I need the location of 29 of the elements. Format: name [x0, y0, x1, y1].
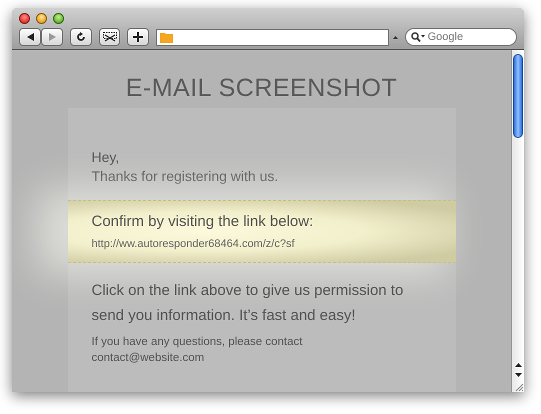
- scrollbar[interactable]: [511, 50, 524, 392]
- scroll-thumb[interactable]: [513, 54, 523, 138]
- reload-button[interactable]: [70, 28, 92, 46]
- scissors-icon: [102, 32, 117, 42]
- search-field[interactable]: Google: [404, 28, 517, 46]
- minimize-button[interactable]: [36, 12, 47, 24]
- confirm-link[interactable]: http://ww.autoresponder68464.com/z/c?sf: [92, 237, 432, 251]
- plus-icon: [133, 32, 144, 42]
- footer-text: If you have any questions, please contact: [92, 335, 304, 350]
- back-icon: [26, 33, 34, 41]
- zoom-button[interactable]: [53, 12, 64, 24]
- email-title: E-MAIL SCREENSHOT: [126, 73, 398, 104]
- close-button[interactable]: [19, 12, 30, 24]
- confirm-heading: Confirm by visiting the link below:: [92, 212, 314, 232]
- back-button[interactable]: [19, 28, 41, 46]
- forward-icon: [48, 33, 56, 41]
- greeting-text: Thanks for registering with us.: [92, 167, 280, 186]
- forward-button[interactable]: [41, 28, 63, 46]
- snippet-button[interactable]: [98, 28, 120, 46]
- search-icon: [410, 32, 425, 42]
- greeting-text: Hey,: [92, 148, 120, 167]
- body-paragraph: Click on the link above to give us permission to send you information. It’s fast and easy!: [90, 281, 404, 326]
- caret-icon: [392, 36, 398, 38]
- new-tab-button[interactable]: [127, 28, 150, 46]
- address-field[interactable]: [156, 28, 389, 46]
- folder-icon: [160, 32, 174, 42]
- footer-text: contact@website.com: [92, 351, 206, 366]
- reload-icon: [76, 32, 86, 42]
- search-placeholder: Google: [428, 30, 464, 45]
